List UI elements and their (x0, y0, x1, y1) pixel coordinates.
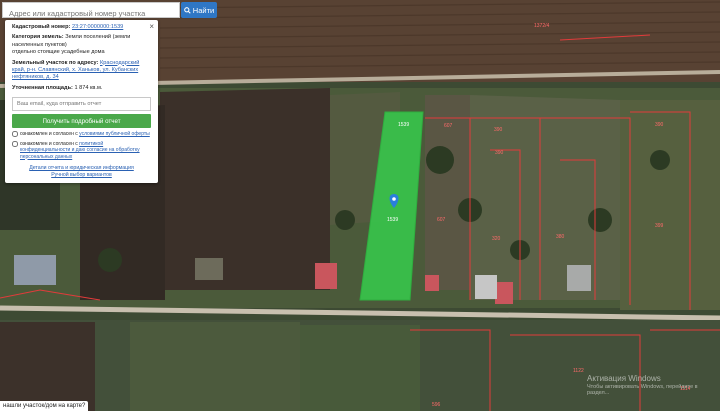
search-button-label: Найти (192, 5, 215, 15)
get-report-button[interactable]: Получить подробный отчет (12, 114, 151, 128)
parcel-label: 380 (556, 234, 565, 240)
area-row: Уточненная площадь: 1 874 кв.м. (12, 85, 151, 92)
found-on-map-prompt[interactable]: нашли участок/дом на карте? (0, 401, 89, 411)
cadastral-label: Кадастровый номер: (12, 24, 71, 30)
parcel-label: 607 (437, 217, 446, 223)
parcel-label: 607 (444, 123, 453, 129)
parcel-info-card: × Кадастровый номер: 23:27:0000000:1539 … (5, 20, 158, 183)
offer-link[interactable]: условиями публичной оферты (79, 131, 150, 137)
manual-selection-link[interactable]: Ручной выбор вариантов (12, 172, 151, 179)
cadastral-row: Кадастровый номер: 23:27:0000000:1539 (12, 24, 151, 31)
close-icon[interactable]: × (149, 23, 154, 31)
area-value: 1 874 кв.м. (74, 84, 103, 91)
parcel-label: 390 (655, 122, 664, 128)
search-bar (2, 2, 180, 21)
parcel-label: 320 (492, 236, 501, 242)
consent-privacy-checkbox[interactable] (12, 140, 18, 147)
parcel-label: 390 (495, 150, 504, 156)
report-details-link[interactable]: Детали отчета и юридическая информация (12, 165, 151, 172)
consent-privacy[interactable]: ознакомлен и согласен с политикой конфид… (12, 140, 151, 161)
email-field[interactable] (12, 97, 151, 111)
usage-value: отдельно стоящие усадебные дома (12, 49, 105, 56)
search-input[interactable] (3, 6, 179, 21)
consent-offer-text: ознакомлен и согласен с (20, 131, 80, 137)
card-footer-links: Детали отчета и юридическая информация Р… (12, 165, 151, 179)
search-button[interactable]: Найти (181, 2, 217, 18)
cadastral-number-link[interactable]: 23:27:0000000:1539 (72, 24, 123, 30)
consent-privacy-text: ознакомлен и согласен с (20, 140, 80, 147)
watermark-subtitle: Чтобы активировать Windows, перейдите в … (587, 383, 698, 396)
parcel-label: 1122 (573, 368, 584, 374)
watermark-title: Активация Windows (587, 374, 661, 383)
category-row: Категория земель: Земли поселений (земли… (12, 34, 151, 56)
search-icon (183, 6, 191, 14)
parcel-label: 1372/4 (534, 23, 550, 29)
windows-activation-watermark: Активация Windows Чтобы активировать Win… (587, 374, 720, 396)
consent-offer[interactable]: ознакомлен и согласен с условиями публич… (12, 131, 151, 138)
parcel-label: 399 (655, 223, 664, 229)
parcel-label: 596 (432, 402, 441, 408)
area-label: Уточненная площадь: (12, 84, 73, 91)
parcel-label: 1539 (398, 122, 409, 128)
parcel-label: 1539 (387, 217, 398, 223)
consent-offer-checkbox[interactable] (12, 131, 18, 137)
address-row: Земельный участок по адресу: Краснодарск… (12, 60, 151, 82)
category-label: Категория земель: (12, 34, 64, 41)
parcel-label: 390 (494, 127, 503, 133)
address-label: Земельный участок по адресу: (12, 59, 99, 66)
